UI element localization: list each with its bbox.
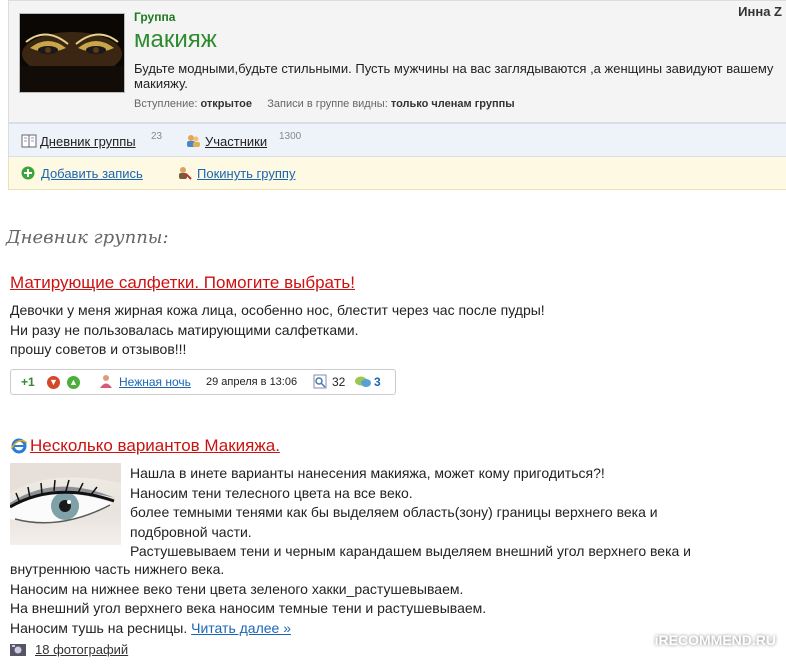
- section-title: Дневник группы:: [6, 227, 169, 248]
- group-meta: Вступление: открытое Записи в группе вид…: [134, 98, 515, 110]
- author-link[interactable]: Нежная ночь: [119, 375, 191, 389]
- photo-icon: [10, 644, 26, 659]
- comments-icon: [354, 375, 372, 392]
- post-line: Растушевываем тени и черным карандашем в…: [130, 543, 691, 559]
- leave-group-icon: [176, 165, 192, 184]
- diary-icon: [21, 134, 37, 151]
- group-header: Группа макияж Инна Z Будьте модными,будь…: [8, 0, 786, 123]
- post-line: внутреннюю часть нижнего века.: [10, 561, 225, 577]
- ie-icon: [10, 438, 28, 459]
- tab-members[interactable]: Участники: [205, 134, 267, 149]
- post-body: Нашла в инете варианты нанесения макияжа…: [130, 464, 691, 562]
- eye-illustration: [10, 463, 121, 524]
- post-line: На внешний угол верхнего века наносим те…: [10, 600, 487, 616]
- post-line: прошу советов и отзывов!!!: [10, 341, 187, 357]
- group-nav: Дневник группы 23 Участники 1300: [8, 123, 786, 157]
- leave-group-link[interactable]: Покинуть группу: [197, 166, 295, 181]
- entry-label: Вступление:: [134, 98, 198, 110]
- photos-link[interactable]: 18 фотографий: [35, 642, 128, 657]
- post-line: Наносим тени телесного цвета на все веко…: [130, 484, 413, 501]
- add-post-link[interactable]: Добавить запись: [41, 166, 143, 181]
- post-line: Нашла в инете варианты нанесения макияжа…: [130, 465, 605, 481]
- post-line: Наносим тушь на ресницы. Читать далее »: [10, 619, 486, 639]
- post-line: Наносим на нижнее веко тени цвета зелено…: [10, 580, 464, 597]
- group-actions: Добавить запись Покинуть группу: [8, 157, 786, 190]
- post-body: Девочки у меня жирная кожа лица, особенн…: [10, 301, 545, 360]
- diary-count: 23: [151, 131, 163, 142]
- visibility-value: только членам группы: [390, 98, 515, 110]
- tab-group-diary-label: Дневник группы: [40, 134, 136, 149]
- post-line: более темными тенями как бы выделяем обл…: [130, 504, 658, 520]
- views-icon: [313, 374, 327, 392]
- author-icon: [99, 374, 113, 392]
- tab-group-diary[interactable]: Дневник группы: [40, 134, 136, 149]
- post-vote-bar: +1 ▼ ▲ Нежная ночь 29 апреля в 13:06 32 …: [10, 369, 396, 395]
- post-title[interactable]: Несколько вариантов Макияжа.: [30, 436, 280, 456]
- post-line: Девочки у меня жирная кожа лица, особенн…: [10, 302, 545, 318]
- post-date: 29 апреля в 13:06: [206, 376, 298, 388]
- vote-up-button[interactable]: ▲: [67, 376, 80, 389]
- visibility-label: Записи в группе видны:: [267, 98, 388, 110]
- user-name[interactable]: Инна Z: [738, 4, 782, 19]
- post-line: Ни разу не пользовалась матирующими салф…: [10, 321, 359, 338]
- makeup-eyes-image: [20, 14, 124, 92]
- members-count: 1300: [279, 131, 302, 142]
- tab-members-label: Участники: [205, 134, 268, 149]
- post-title[interactable]: Матирующие салфетки. Помогите выбрать!: [10, 273, 355, 293]
- members-icon: [185, 133, 201, 152]
- group-avatar[interactable]: [19, 13, 125, 93]
- post-line-text: Наносим тушь на ресницы.: [10, 619, 188, 636]
- watermark: iRECOMMEND.RU: [654, 632, 776, 648]
- post-body-continued: внутреннюю часть нижнего века. Наносим н…: [10, 560, 486, 638]
- views-count: 32: [332, 375, 346, 389]
- group-title[interactable]: макияж: [134, 26, 217, 54]
- read-more-link[interactable]: Читать далее »: [191, 620, 291, 636]
- entry-value: открытое: [200, 98, 252, 110]
- comments-count[interactable]: 3: [374, 375, 381, 389]
- eye-makeup-image[interactable]: [10, 463, 121, 545]
- group-description: Будьте модными,будьте стильными. Пусть м…: [134, 61, 774, 91]
- group-kicker: Группа: [134, 10, 176, 24]
- add-icon: [21, 166, 35, 183]
- post-line: подбровной части.: [130, 523, 252, 540]
- rating-value: +1: [21, 375, 35, 389]
- vote-down-button[interactable]: ▼: [47, 376, 60, 389]
